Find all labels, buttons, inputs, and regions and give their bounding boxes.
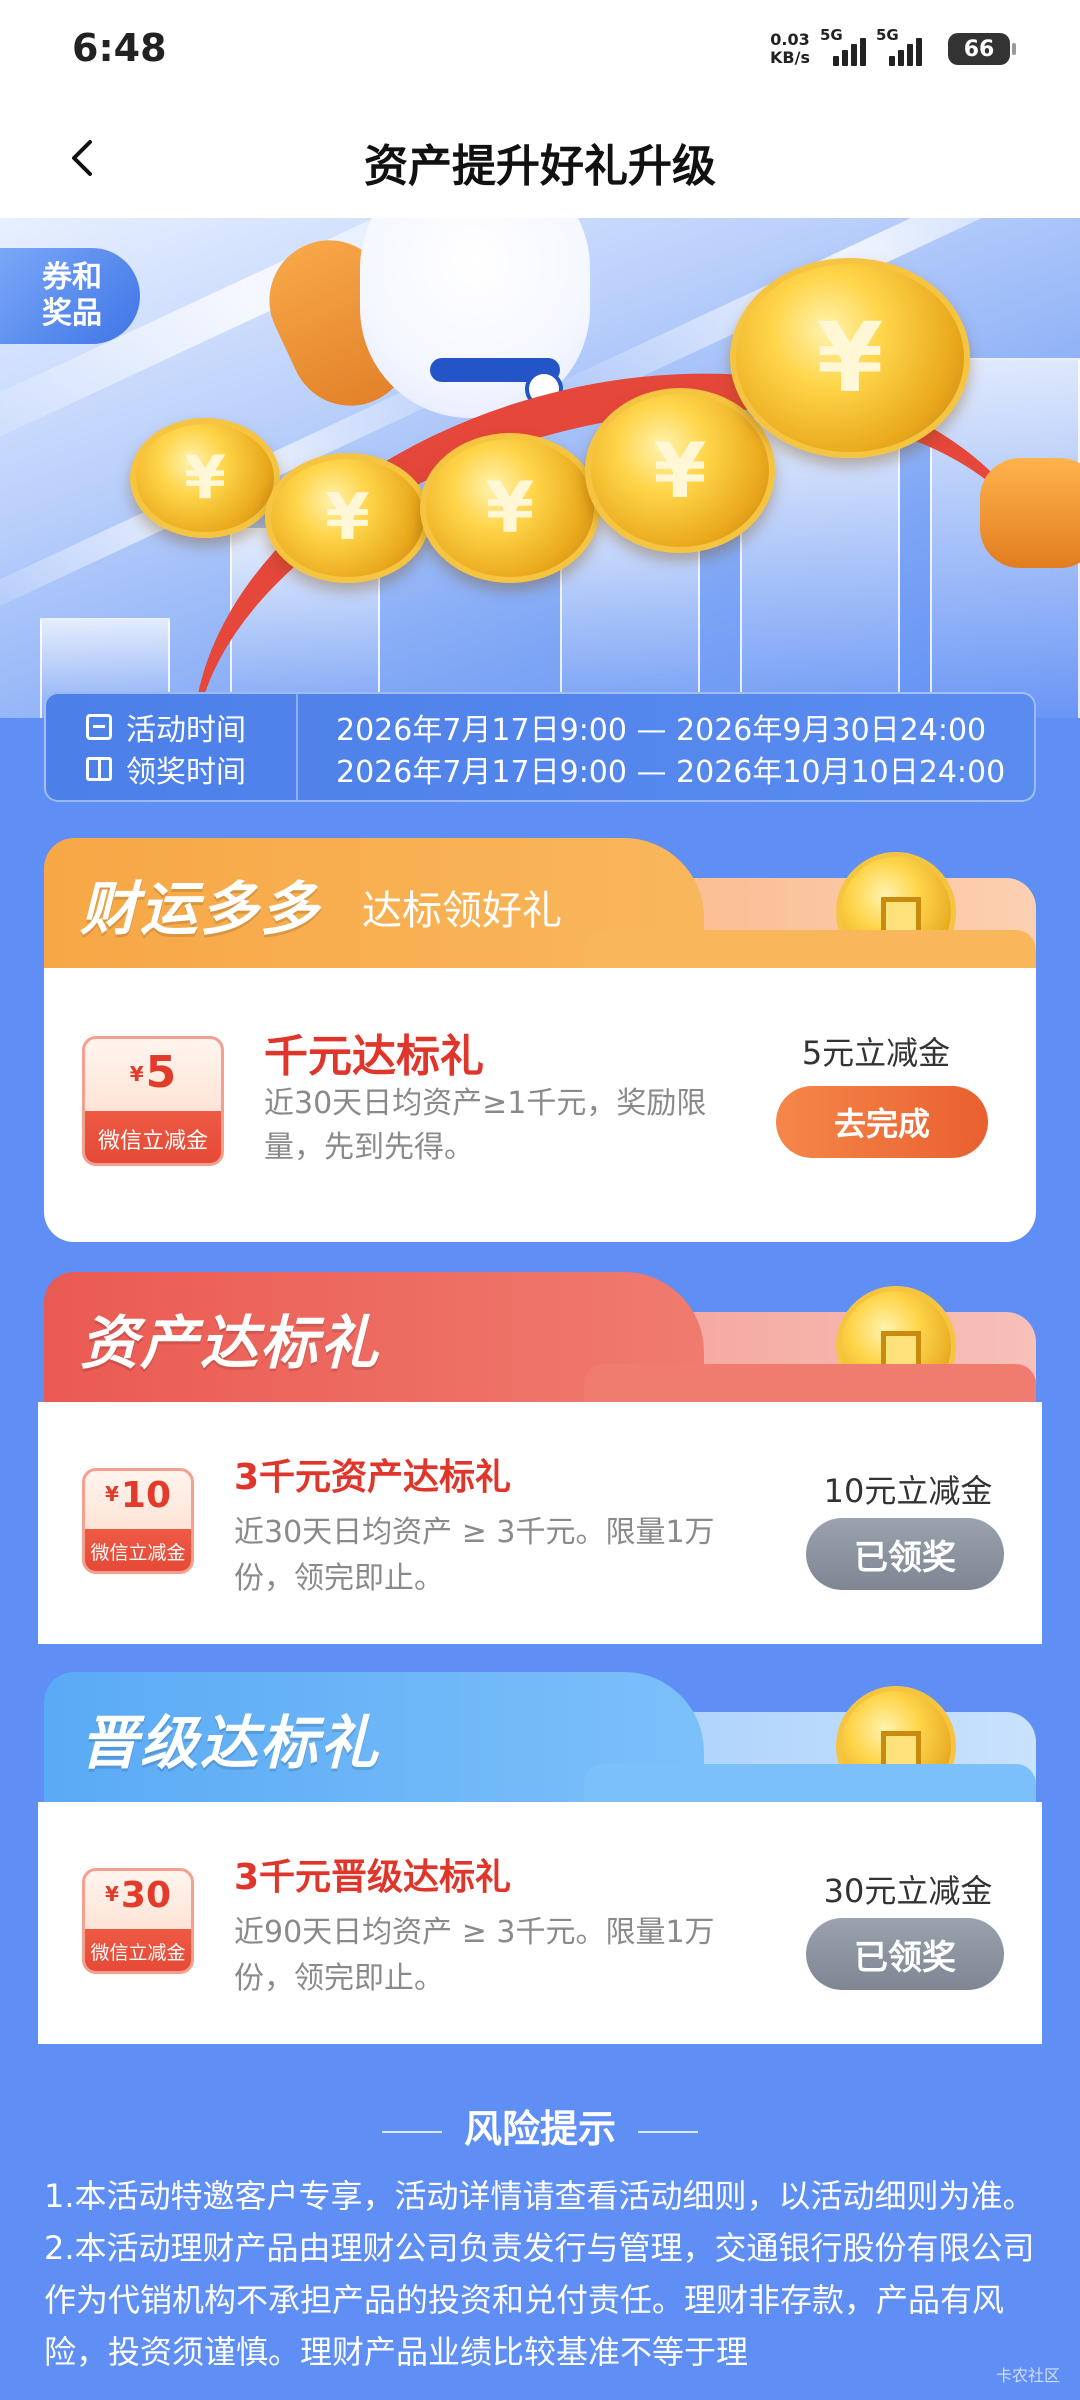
section-header-3: 晋级达标礼	[44, 1672, 1036, 1802]
claimed-button[interactable]: 已领奖	[806, 1918, 1004, 1990]
voucher-badge: ¥30 微信立减金	[82, 1868, 194, 1974]
claimed-button[interactable]: 已领奖	[806, 1518, 1004, 1590]
coin-icon: ¥	[420, 433, 600, 583]
coin-icon: ¥	[265, 453, 430, 583]
risk-title: 风险提示	[0, 2098, 1080, 2153]
section-title-1: 财运多多	[80, 875, 321, 943]
complete-button[interactable]: 去完成	[776, 1086, 988, 1158]
signal-icon: 5G	[876, 26, 938, 66]
page-title: 资产提升好礼升级	[364, 141, 716, 192]
watermark: 卡农社区	[995, 2366, 1060, 2385]
reward-card-3: ¥30 微信立减金 3千元晋级达标礼 近90天日均资产 ≥ 3千元。限量1万 份…	[38, 1802, 1042, 2044]
reward-amount: 10元立减金	[823, 1472, 993, 1510]
hero-banner: ¥ ¥ ¥ ¥ ¥	[0, 218, 1080, 718]
coin-icon: ¥	[585, 388, 775, 553]
section-header-2: 资产达标礼	[44, 1272, 1036, 1402]
reward-title: 3千元晋级达标礼	[234, 1857, 512, 1898]
reward-desc: 近30天日均资产 ≥ 3千元。限量1万 份，领完即止。	[234, 1515, 715, 1596]
signal-icon: 5G	[820, 26, 866, 66]
reward-amount: 30元立减金	[823, 1872, 993, 1910]
section-header-1: 财运多多 达标领好礼	[44, 838, 1036, 968]
status-icons: 0.03 KB/s 5G 5G 66	[770, 24, 1016, 74]
risk-item-2: 2.本活动理财产品由理财公司负责发行与管理，交通银行股份有限公司作为代销机构不承…	[44, 2229, 1035, 2371]
voucher-badge: ¥5 微信立减金	[82, 1036, 224, 1166]
gift-icon	[86, 757, 112, 781]
reward-title: 3千元资产达标礼	[234, 1457, 512, 1498]
reward-title: 千元达标礼	[264, 1031, 484, 1082]
voucher-badge: ¥10 微信立减金	[82, 1468, 194, 1574]
activity-time-value: 2026年7月17日9:00 — 2026年9月30日24:00	[336, 713, 987, 748]
coin-icon: ¥	[730, 258, 970, 458]
claim-time-value: 2026年7月17日9:00 — 2026年10月10日24:00	[336, 755, 1006, 790]
reward-amount: 5元立减金	[801, 1034, 951, 1072]
coupons-prizes-tag[interactable]: 券和 奖品	[0, 248, 140, 344]
activity-time-row: 活动时间 2026年7月17日9:00 — 2026年9月30日24:00	[46, 706, 1038, 748]
risk-item-1: 1.本活动特邀客户专享，活动详情请查看活动细则，以活动细则为准。	[44, 2177, 1035, 2215]
section-subtitle-1: 达标领好礼	[362, 888, 562, 934]
reward-desc: 近30天日均资产≥1千元，奖励限 量，先到先得。	[264, 1086, 707, 1165]
calendar-icon	[86, 714, 112, 740]
network-speed: 0.03 KB/s	[770, 30, 810, 67]
status-bar: 6:48 0.03 KB/s 5G 5G 66	[0, 0, 1080, 100]
reward-desc: 近90天日均资产 ≥ 3千元。限量1万 份，领完即止。	[234, 1915, 715, 1996]
coin-icon: ¥	[130, 418, 280, 538]
status-time: 6:48	[72, 26, 167, 70]
battery-icon: 66	[948, 33, 1016, 65]
section-title-2: 资产达标礼	[80, 1309, 381, 1377]
reward-card-1: ¥5 微信立减金 千元达标礼 近30天日均资产≥1千元，奖励限 量，先到先得。 …	[44, 968, 1036, 1242]
reward-card-2: ¥10 微信立减金 3千元资产达标礼 近30天日均资产 ≥ 3千元。限量1万 份…	[38, 1402, 1042, 1644]
thumbs-up-icon	[980, 458, 1080, 568]
page-header: 资产提升好礼升级	[0, 100, 1080, 218]
activity-time-box: 活动时间 2026年7月17日9:00 — 2026年9月30日24:00 领奖…	[44, 692, 1036, 802]
risk-notice: 1.本活动特邀客户专享，活动详情请查看活动细则，以活动细则为准。 2.本活动理财…	[44, 2170, 1036, 2378]
section-title-3: 晋级达标礼	[80, 1709, 381, 1777]
claim-time-row: 领奖时间 2026年7月17日9:00 — 2026年10月10日24:00	[46, 748, 1038, 790]
